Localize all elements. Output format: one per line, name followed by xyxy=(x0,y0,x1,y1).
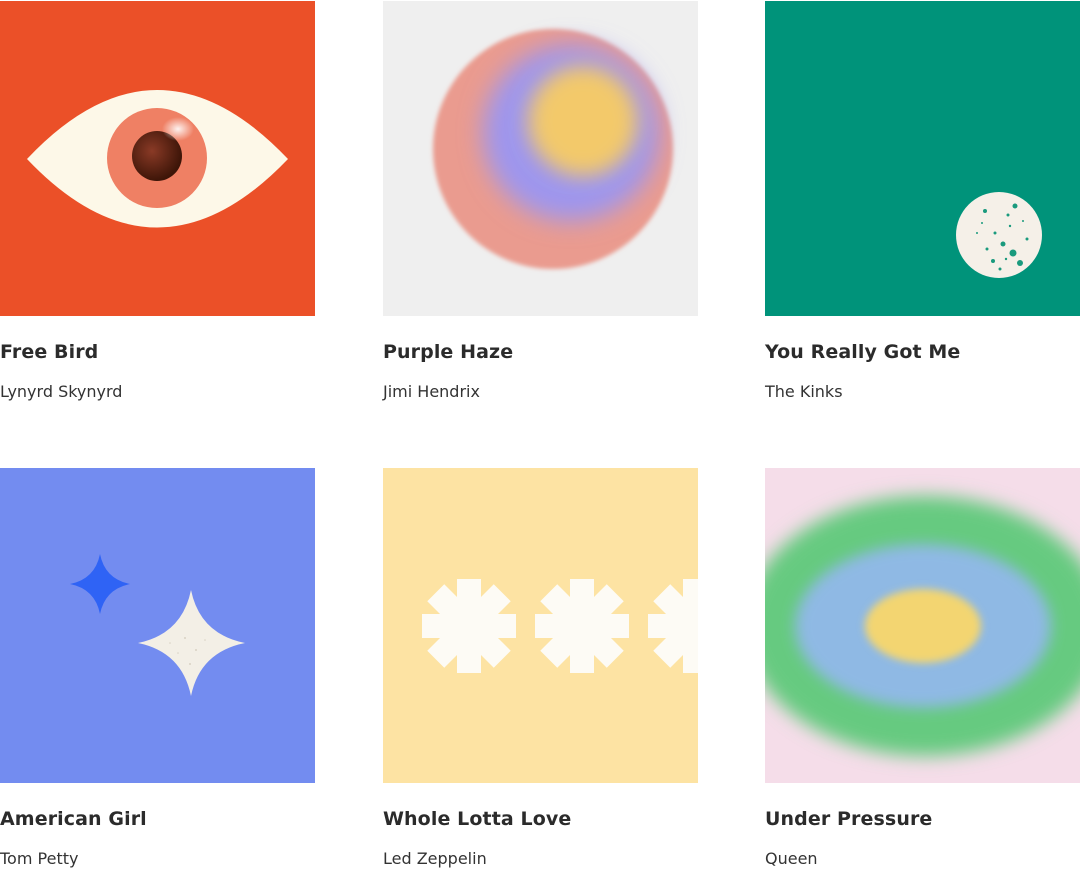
pressure-rings-icon xyxy=(765,468,1080,783)
album-cover[interactable] xyxy=(0,1,315,316)
album-artist[interactable]: Led Zeppelin xyxy=(383,849,487,868)
album-title[interactable]: Whole Lotta Love xyxy=(383,808,571,830)
gear-flowers-icon xyxy=(383,468,698,783)
album-artist[interactable]: The Kinks xyxy=(765,382,843,401)
album-artist[interactable]: Jimi Hendrix xyxy=(383,382,480,401)
album-artist[interactable]: Queen xyxy=(765,849,818,868)
eye-icon xyxy=(0,1,315,316)
album-artist[interactable]: Lynyrd Skynyrd xyxy=(0,382,122,401)
album-artist[interactable]: Tom Petty xyxy=(0,849,78,868)
album-title[interactable]: Purple Haze xyxy=(383,341,513,363)
album-cover[interactable] xyxy=(0,468,315,783)
album-card[interactable]: Whole Lotta Love Led Zeppelin xyxy=(383,467,698,887)
album-grid: Free Bird Lynyrd Skynyrd Purple Haze Jim… xyxy=(0,0,1080,875)
haze-orbs-icon xyxy=(383,1,698,316)
sparkles-icon xyxy=(0,468,315,783)
album-title[interactable]: Under Pressure xyxy=(765,808,932,830)
album-title[interactable]: American Girl xyxy=(0,808,147,830)
album-card[interactable]: Under Pressure Queen xyxy=(765,467,1080,887)
album-card[interactable]: Purple Haze Jimi Hendrix xyxy=(383,0,698,420)
album-title[interactable]: Free Bird xyxy=(0,341,98,363)
album-cover[interactable] xyxy=(383,468,698,783)
album-cover[interactable] xyxy=(383,1,698,316)
speckled-moon-icon xyxy=(765,1,1080,316)
album-cover[interactable] xyxy=(765,468,1080,783)
album-card[interactable]: You Really Got Me The Kinks xyxy=(765,0,1080,420)
album-card[interactable]: American Girl Tom Petty xyxy=(0,467,315,887)
album-title[interactable]: You Really Got Me xyxy=(765,341,960,363)
album-cover[interactable] xyxy=(765,1,1080,316)
album-card[interactable]: Free Bird Lynyrd Skynyrd xyxy=(0,0,315,420)
